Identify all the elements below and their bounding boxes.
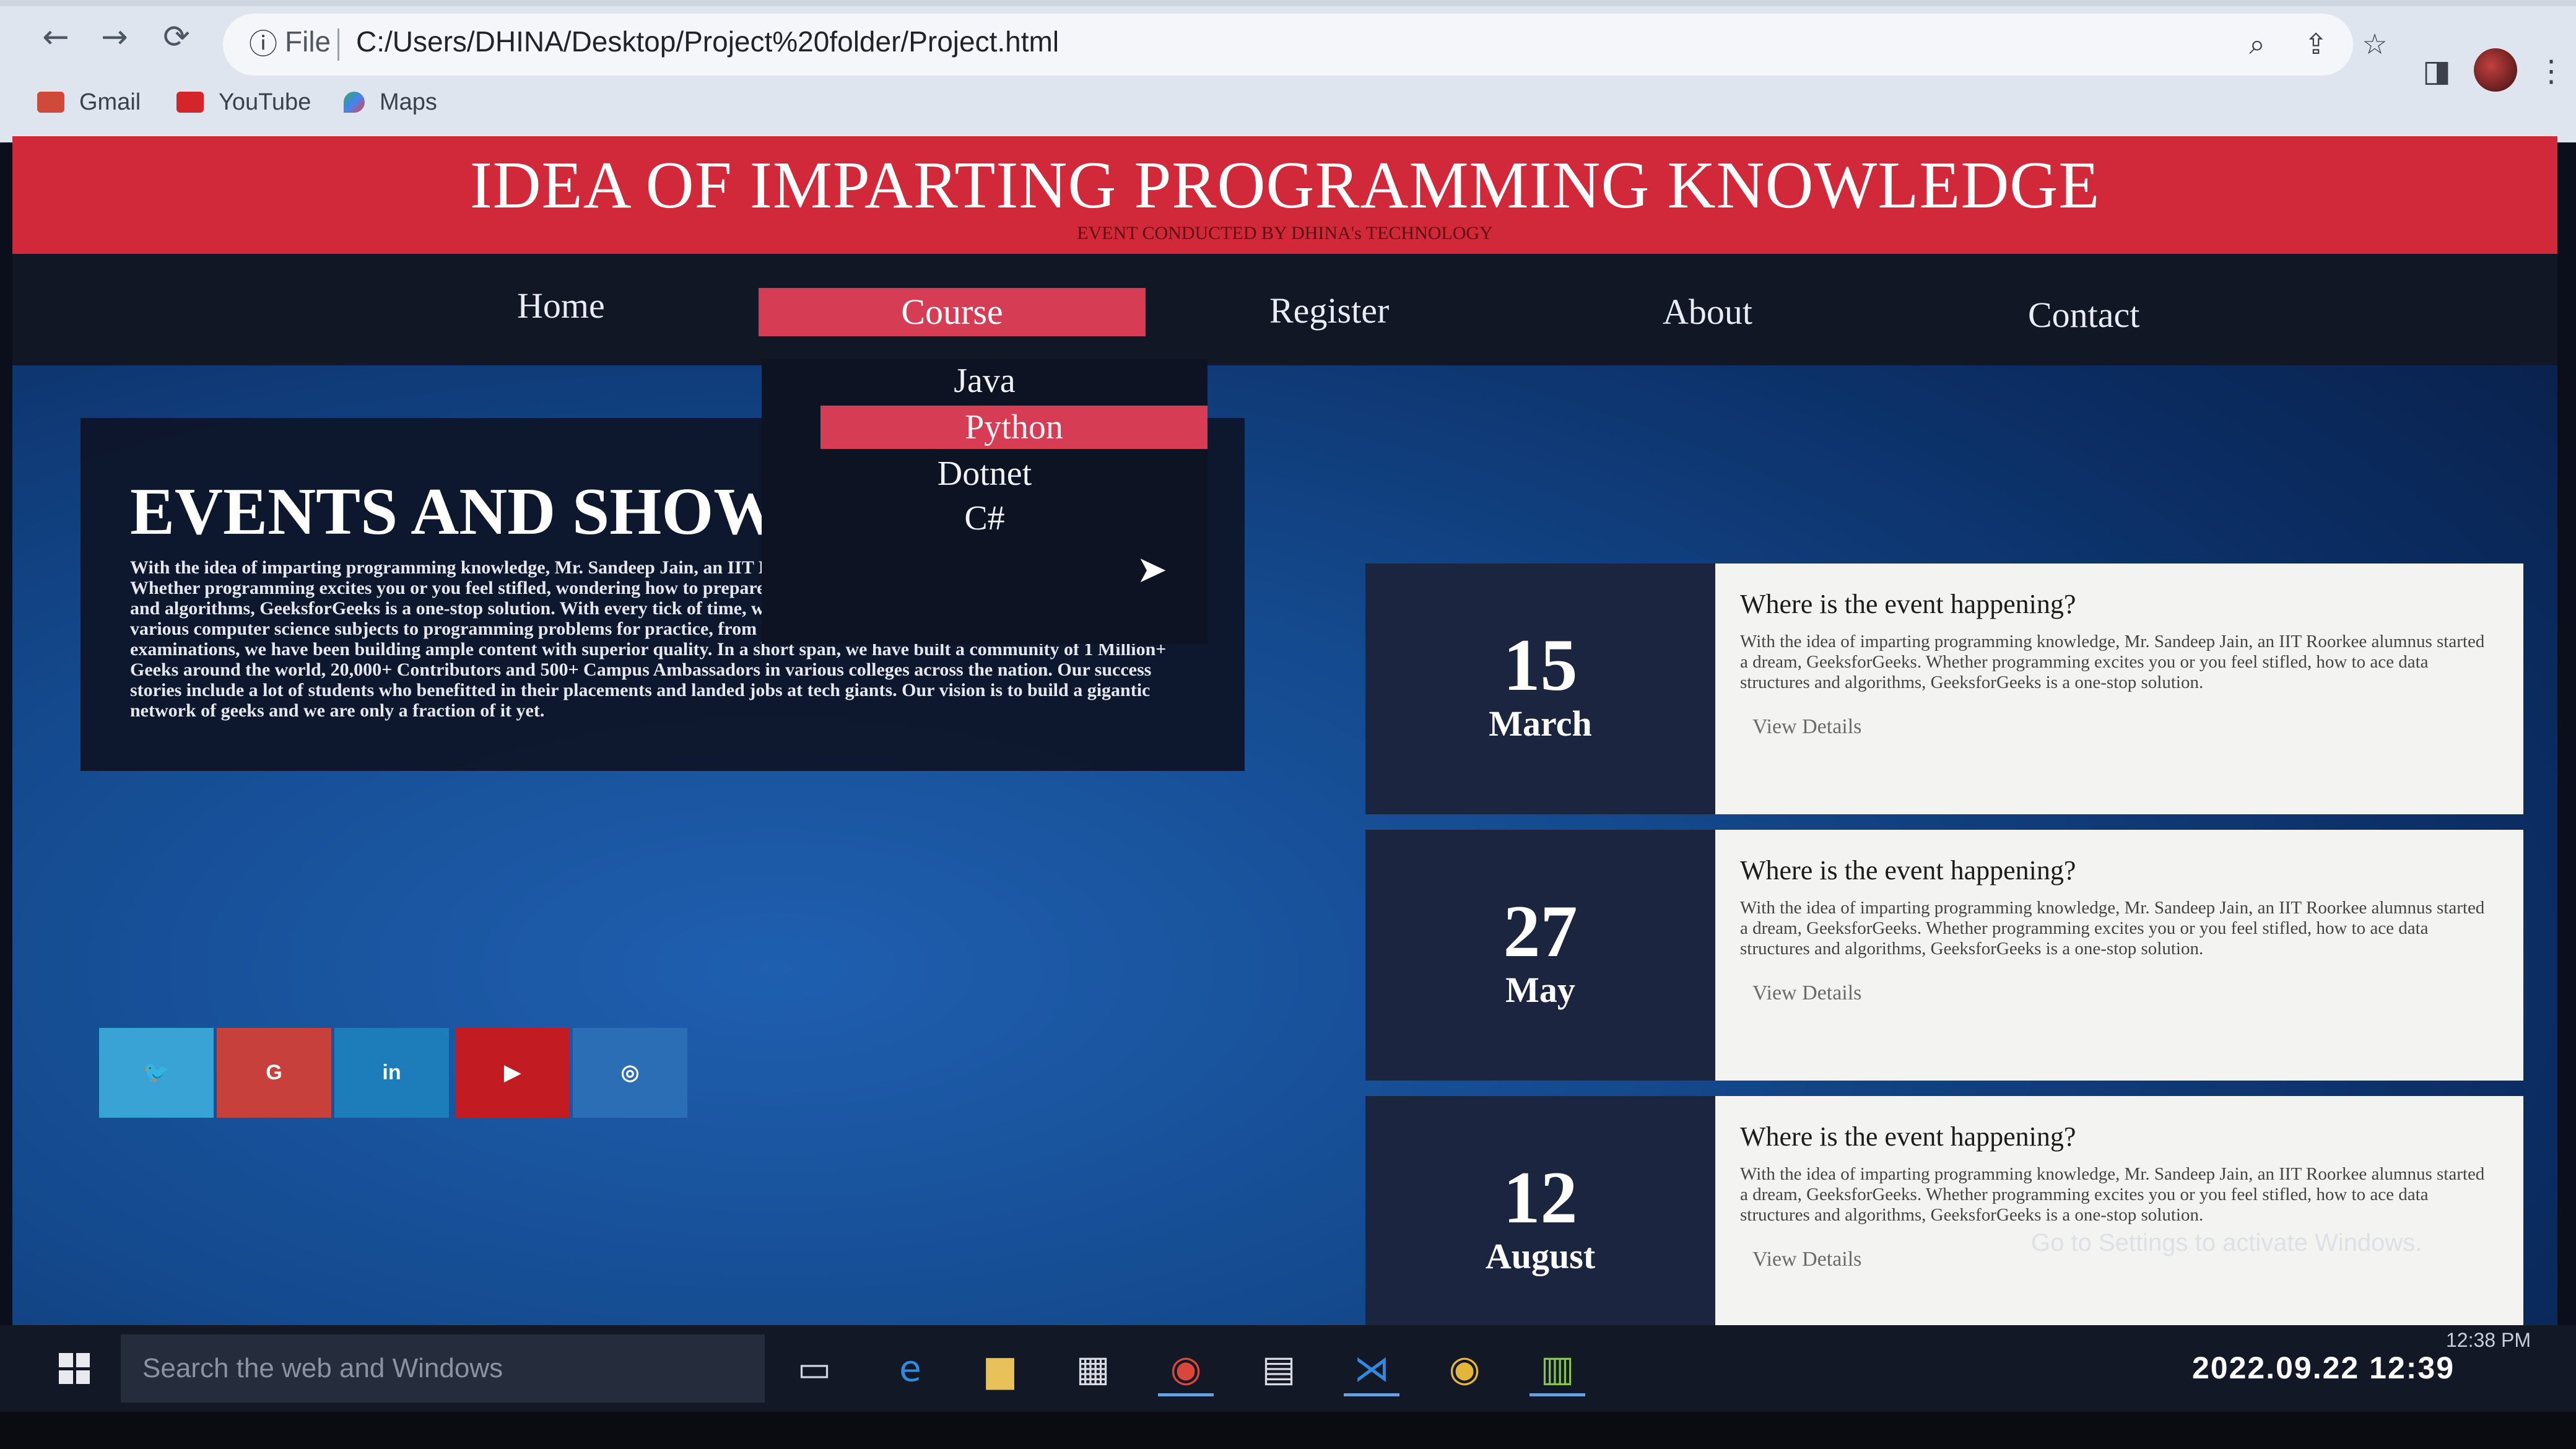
event-date: 12 August [1365,1096,1715,1325]
forward-button[interactable]: → [93,15,136,59]
address-bar[interactable]: ⓘ File C:/Users/DHINA/Desktop/Project%20… [223,14,2388,76]
youtube-icon [176,92,204,113]
mouse-pointer-icon: ➤ [1136,548,1168,591]
file-explorer-icon[interactable]: ▆ [972,1344,1028,1393]
zoom-icon[interactable]: ⌕ [2235,22,2279,66]
event-card: 12 August Where is the event happening? … [1365,1096,2523,1325]
nav-home[interactable]: Home [517,285,605,326]
task-view-icon[interactable]: ▭ [786,1344,842,1393]
google-icon[interactable]: G [217,1028,331,1118]
search-placeholder: Search the web and Windows [142,1353,503,1383]
bookmark-gmail[interactable]: Gmail [37,80,141,124]
event-date: 27 May [1365,830,1715,1081]
event-day: 12 [1503,1156,1578,1238]
bookmark-label: Maps [380,89,437,115]
dropdown-item-dotnet[interactable]: Dotnet [762,452,1208,495]
event-info-text: With the idea of imparting programming k… [1740,1164,2485,1225]
event-date: 15 March [1365,564,1715,814]
bookmark-maps[interactable]: Maps [344,80,437,124]
site-subtitle: EVENT CONDUCTED BY DHINA's TECHNOLOGY [1077,223,1493,243]
site-info-icon[interactable]: ⓘ [242,22,285,66]
taskbar-search[interactable]: Search the web and Windows [121,1334,765,1403]
nav-course[interactable]: Course [759,288,1146,336]
share-icon[interactable]: ⇪ [2294,22,2338,66]
windows-taskbar: Search the web and Windows ▭ e ▆ ▦ ◉ ▤ ⋊… [0,1325,2576,1412]
back-button[interactable]: ← [34,15,77,59]
event-month: May [1505,970,1575,1010]
event-day: 27 [1503,890,1578,972]
bookmark-star-icon[interactable]: ☆ [2353,22,2396,66]
site-header: IDEA OF IMPARTING PROGRAMMING KNOWLEDGE … [12,136,2557,254]
dropdown-item-java[interactable]: Java [762,359,1208,402]
terminal-icon[interactable]: ▤ [1251,1344,1307,1393]
web-page: IDEA OF IMPARTING PROGRAMMING KNOWLEDGE … [12,136,2557,1325]
dropdown-item-csharp[interactable]: C# [762,497,1208,540]
dropdown-item-python[interactable]: Python [820,406,1208,449]
event-info-text: With the idea of imparting programming k… [1740,898,2485,959]
course-dropdown: Java Python Dotnet C# [762,359,1208,644]
tab-strip [0,0,2576,6]
store-icon[interactable]: ▦ [1065,1344,1121,1393]
tray-clock[interactable]: 12:38 PM [2446,1329,2531,1352]
bookmark-label: YouTube [219,89,311,115]
event-info-title: Where is the event happening? [1740,589,2076,619]
activate-windows-watermark: Go to Settings to activate Windows. [2031,1229,2422,1256]
gmail-icon [37,92,64,113]
url-text[interactable]: C:/Users/DHINA/Desktop/Project%20folder/… [356,25,1059,58]
event-info: Where is the event happening? With the i… [1715,1096,2523,1325]
bookmark-label: Gmail [79,89,141,115]
edge-icon[interactable]: e [882,1344,938,1393]
bookmarks-bar: Gmail YouTube Maps [0,80,2576,124]
monitor-bezel [0,1412,2576,1449]
event-info-title: Where is the event happening? [1740,1121,2076,1152]
view-details-link[interactable]: View Details [1752,1248,1861,1271]
maps-icon [344,92,365,113]
nav-contact[interactable]: Contact [2028,294,2139,336]
main-nav: Home Course Register About Contact [12,254,2557,365]
notepad-icon[interactable]: ▥ [1530,1344,1585,1396]
event-month: March [1489,703,1592,744]
site-title: IDEA OF IMPARTING PROGRAMMING KNOWLEDGE [469,149,2100,222]
instagram-icon[interactable]: ◎ [573,1028,687,1118]
nav-about[interactable]: About [1663,291,1752,333]
view-details-link[interactable]: View Details [1752,981,1861,1005]
start-button-icon[interactable] [59,1353,90,1384]
event-day: 15 [1503,624,1578,706]
file-label: File [285,25,331,58]
view-details-link[interactable]: View Details [1752,715,1861,739]
chrome-icon[interactable]: ◉ [1158,1344,1214,1396]
bookmark-youtube[interactable]: YouTube [176,80,311,124]
vscode-icon[interactable]: ⋊ [1344,1344,1399,1396]
event-info: Where is the event happening? With the i… [1715,564,2523,814]
browser-chrome: ← → ⟳ ⓘ File C:/Users/DHINA/Desktop/Proj… [0,0,2576,142]
reload-button[interactable]: ⟳ [155,15,198,59]
address-divider [337,28,339,61]
event-month: August [1485,1236,1596,1276]
event-info-title: Where is the event happening? [1740,855,2076,886]
event-card: 27 May Where is the event happening? Wit… [1365,830,2523,1081]
nav-register[interactable]: Register [1269,290,1389,331]
chrome-app-icon[interactable]: ◉ [1437,1344,1492,1393]
youtube-icon[interactable]: ▶ [455,1028,570,1118]
events-title: EVENTS AND SHOWS [130,475,818,549]
event-info-text: With the idea of imparting programming k… [1740,632,2485,692]
photo-timestamp: 2022.09.22 12:39 [2192,1351,2455,1385]
event-info: Where is the event happening? With the i… [1715,830,2523,1081]
linkedin-icon[interactable]: in [334,1028,449,1118]
twitter-icon[interactable]: 🐦 [99,1028,214,1118]
event-card: 15 March Where is the event happening? W… [1365,564,2523,814]
